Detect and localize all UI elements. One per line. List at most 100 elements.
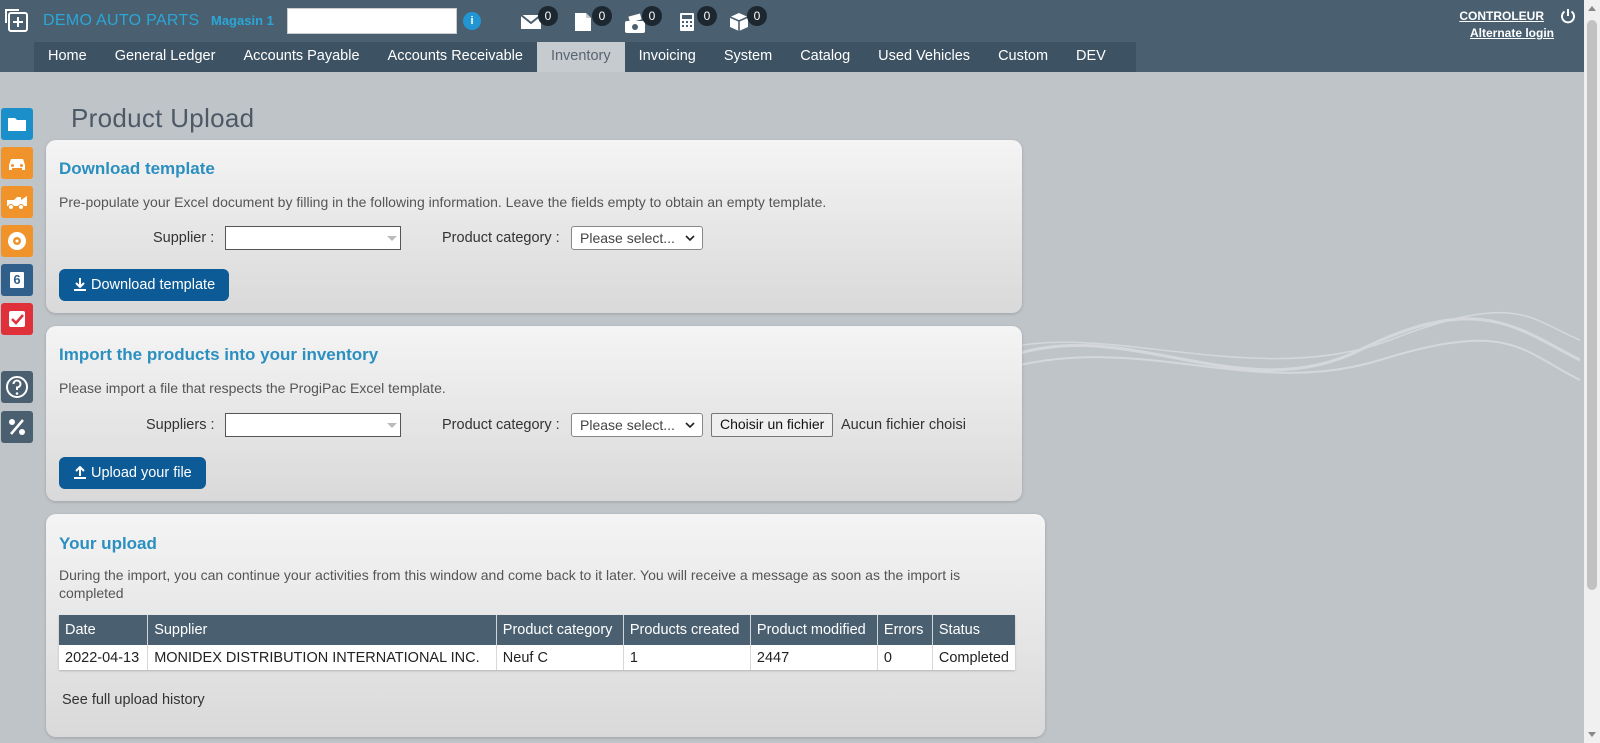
tab-home[interactable]: Home <box>34 42 101 72</box>
car-icon <box>9 159 25 170</box>
import-panel: Import the products into your inventory … <box>46 326 1022 501</box>
sidebar-item-folder[interactable] <box>1 108 33 140</box>
cell-status: Completed <box>932 645 1015 670</box>
column-products-created[interactable]: Products created <box>623 615 751 645</box>
page-scrollbar[interactable] <box>1584 0 1600 743</box>
sidebar-item-six[interactable]: 6 <box>1 264 33 296</box>
suppliers-label: Suppliers : <box>146 417 215 433</box>
cell-products-created: 1 <box>623 645 751 670</box>
download-template-description: Pre-populate your Excel document by fill… <box>59 194 827 210</box>
product-category-label: Product category : <box>442 230 560 246</box>
user-name-link[interactable]: CONTROLEUR <box>1459 9 1544 23</box>
import-title: Import the products into your inventory <box>59 345 379 364</box>
documents-button[interactable]: 0 <box>574 6 612 36</box>
cell-product-category: Neuf C <box>496 645 624 670</box>
cell-date: 2022-04-13 <box>59 645 149 670</box>
upload-table: Date Supplier Product category Products … <box>59 615 1015 670</box>
product-category-value: Please select... <box>580 230 675 246</box>
messages-count: 0 <box>538 6 558 26</box>
tab-inventory[interactable]: Inventory <box>536 42 625 72</box>
scroll-down-icon[interactable] <box>1588 732 1596 737</box>
download-template-label: Download template <box>91 277 216 293</box>
calculator-count: 0 <box>697 6 717 26</box>
sidebar-item-tire[interactable] <box>1 225 33 257</box>
store-input[interactable] <box>287 8 457 34</box>
folder-icon <box>8 118 26 131</box>
sidebar-item-car[interactable] <box>1 147 33 179</box>
download-template-title: Download template <box>59 159 215 178</box>
table-row[interactable]: 2022-04-13 MONIDEX DISTRIBUTION INTERNAT… <box>59 645 1015 670</box>
sidebar-item-checklist[interactable] <box>1 303 33 335</box>
document-icon <box>575 13 591 31</box>
file-status: Aucun fichier choisi <box>841 417 966 433</box>
supplier-combobox[interactable] <box>225 226 401 250</box>
alternate-login-link[interactable]: Alternate login <box>1470 26 1554 40</box>
upload-history-link[interactable]: See full upload history <box>62 692 205 708</box>
packages-count: 0 <box>747 6 767 26</box>
upload-icon <box>74 466 86 479</box>
cash-button[interactable]: 0 <box>624 6 662 36</box>
scrollbar-thumb[interactable] <box>1587 20 1597 590</box>
tab-catalog[interactable]: Catalog <box>786 42 864 72</box>
chevron-down-icon <box>387 236 397 241</box>
tow-truck-icon <box>7 196 27 210</box>
download-template-panel: Download template Pre-populate your Exce… <box>46 140 1022 313</box>
calculator-icon <box>680 13 694 31</box>
column-errors[interactable]: Errors <box>877 615 933 645</box>
top-bar: DEMO AUTO PARTS Magasin 1 i 0 0 0 0 0 CO… <box>0 0 1600 72</box>
import-description: Please import a file that respects the P… <box>59 380 446 396</box>
column-date[interactable]: Date <box>59 615 149 645</box>
new-window-icon[interactable] <box>5 9 28 32</box>
cell-supplier: MONIDEX DISTRIBUTION INTERNATIONAL INC. <box>147 645 497 670</box>
download-icon <box>74 278 86 291</box>
download-template-button[interactable]: Download template <box>59 269 230 301</box>
upload-file-button[interactable]: Upload your file <box>59 457 206 489</box>
tire-icon <box>8 232 26 250</box>
tab-general-ledger[interactable]: General Ledger <box>101 42 230 72</box>
tab-custom[interactable]: Custom <box>984 42 1062 72</box>
upload-status-panel: Your upload During the import, you can c… <box>46 514 1045 737</box>
messages-button[interactable]: 0 <box>520 6 558 36</box>
store-label: Magasin 1 <box>211 13 274 28</box>
calculator-button[interactable]: 0 <box>679 6 717 36</box>
power-icon[interactable] <box>1560 8 1576 24</box>
cash-count: 0 <box>642 6 662 26</box>
tab-invoicing[interactable]: Invoicing <box>625 42 710 72</box>
cube-icon <box>729 13 749 31</box>
tab-dev[interactable]: DEV <box>1062 42 1120 72</box>
import-category-select[interactable]: Please select... <box>571 413 703 437</box>
supplier-label: Supplier : <box>153 230 215 246</box>
tab-used-vehicles[interactable]: Used Vehicles <box>864 42 984 72</box>
checkmark-icon <box>9 311 25 327</box>
main-nav: Home General Ledger Accounts Payable Acc… <box>34 42 1136 72</box>
tab-accounts-payable[interactable]: Accounts Payable <box>229 42 373 72</box>
tab-accounts-receivable[interactable]: Accounts Receivable <box>374 42 537 72</box>
choose-file-button[interactable]: Choisir un fichier <box>711 413 834 437</box>
chevron-down-icon <box>685 235 695 242</box>
scroll-up-icon[interactable] <box>1588 6 1596 11</box>
percent-icon <box>9 419 25 435</box>
packages-button[interactable]: 0 <box>729 6 767 36</box>
upload-status-description: During the import, you can continue your… <box>59 567 961 601</box>
column-status[interactable]: Status <box>932 615 1015 645</box>
column-product-category[interactable]: Product category <box>496 615 624 645</box>
chevron-down-icon <box>685 422 695 429</box>
company-name[interactable]: DEMO AUTO PARTS <box>43 12 200 30</box>
sidebar-item-help[interactable] <box>1 371 33 403</box>
tab-system[interactable]: System <box>710 42 786 72</box>
import-category-value: Please select... <box>580 417 675 433</box>
suppliers-combobox[interactable] <box>225 413 401 437</box>
column-supplier[interactable]: Supplier <box>147 615 497 645</box>
cell-errors: 0 <box>877 645 933 670</box>
upload-status-title: Your upload <box>59 534 157 553</box>
table-header-row: Date Supplier Product category Products … <box>59 615 1015 645</box>
sidebar-item-tow-truck[interactable] <box>1 186 33 218</box>
help-icon <box>6 376 28 398</box>
background-swirl <box>1000 311 1580 381</box>
product-category-select[interactable]: Please select... <box>571 226 703 250</box>
upload-file-label: Upload your file <box>91 465 192 481</box>
six-label: 6 <box>13 272 21 287</box>
column-product-modified[interactable]: Product modified <box>750 615 878 645</box>
sidebar-item-percent[interactable] <box>1 411 33 443</box>
info-icon[interactable]: i <box>463 12 481 30</box>
